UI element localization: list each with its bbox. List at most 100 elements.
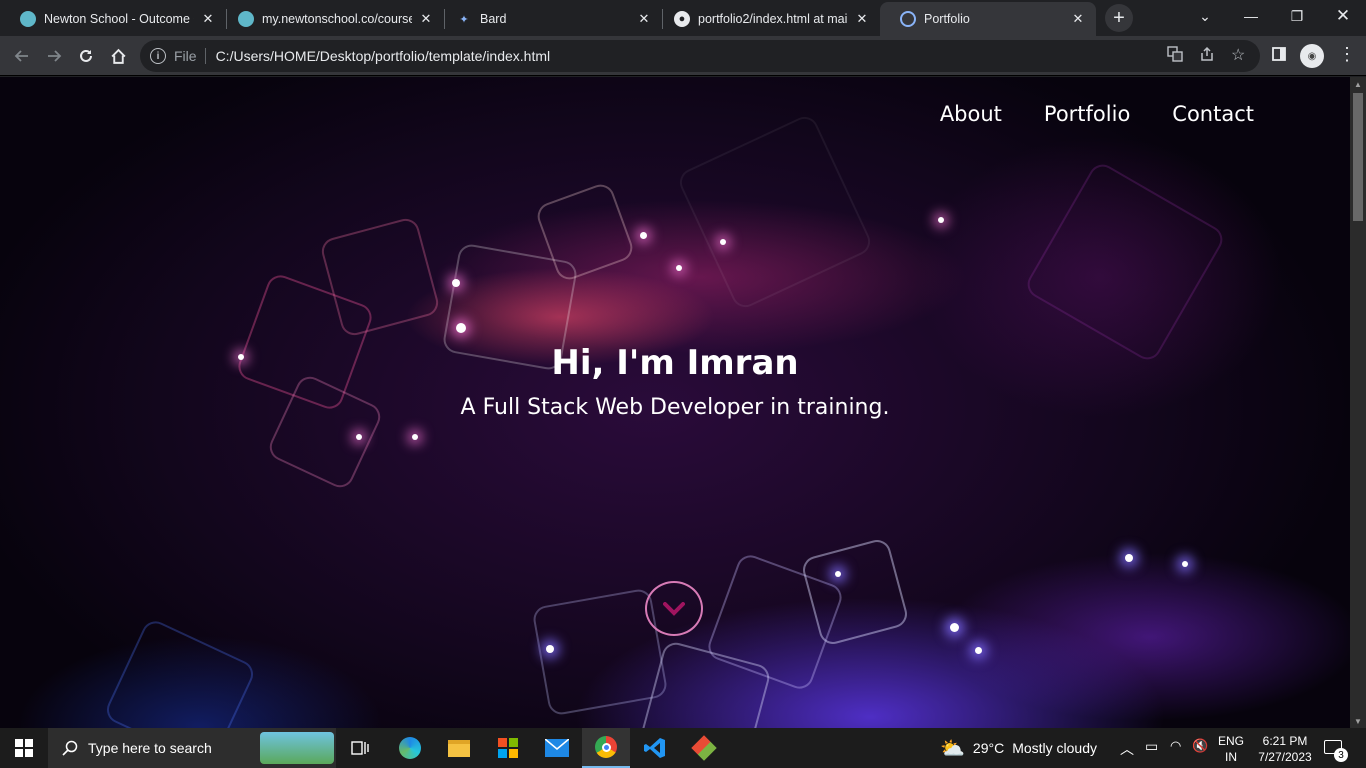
portfolio-hero: About Portfolio Contact Hi, I'm Imran A … [0, 77, 1350, 728]
home-button[interactable] [103, 41, 133, 71]
new-tab-button[interactable]: + [1105, 4, 1133, 32]
windows-taskbar: Type here to search ⛅ 29°C Mostly cloudy… [0, 728, 1366, 768]
clock[interactable]: 6:21 PM 7/27/2023 [1250, 733, 1320, 765]
sparkle [950, 623, 959, 632]
partly-cloudy-icon: ⛅ [940, 737, 965, 760]
clock-date: 7/27/2023 [1258, 750, 1312, 764]
arrow-left-icon [14, 50, 28, 62]
browser-tab-strip: Newton School - Outcome O ✕ my.newtonsch… [0, 0, 1366, 36]
background-shape [102, 616, 258, 728]
wifi-icon[interactable]: ◠ [1170, 738, 1181, 754]
chrome-taskbar-icon[interactable] [582, 728, 630, 768]
tab-portfolio[interactable]: Portfolio ✕ [880, 2, 1096, 36]
sparkle [938, 217, 944, 223]
scrollbar-thumb[interactable] [1353, 93, 1363, 221]
weather-widget[interactable]: ⛅ 29°C Mostly cloudy [940, 728, 1097, 768]
nav-link-about[interactable]: About [940, 102, 1002, 126]
close-icon[interactable]: ✕ [636, 11, 652, 27]
tab-title: my.newtonschool.co/course/ [262, 12, 412, 26]
start-button[interactable] [0, 728, 48, 768]
close-icon[interactable]: ✕ [1070, 11, 1086, 27]
page-scrollbar[interactable]: ▲ ▼ [1350, 77, 1366, 728]
translate-icon[interactable] [1167, 46, 1183, 65]
close-icon[interactable]: ✕ [854, 11, 870, 27]
meet-now-icon[interactable]: ▭ [1145, 738, 1158, 755]
speaker-muted-icon[interactable]: 🔇 [1192, 738, 1208, 754]
hero-subtitle: A Full Stack Web Developer in training. [460, 395, 890, 420]
minimize-button[interactable]: — [1228, 0, 1274, 32]
info-icon[interactable]: i [150, 48, 166, 64]
more-menu-icon[interactable]: ⋮ [1338, 44, 1356, 65]
language-indicator[interactable]: ENG IN [1214, 733, 1248, 765]
sparkle [546, 645, 554, 653]
address-bar[interactable]: i File C:/Users/HOME/Desktop/portfolio/t… [140, 40, 1260, 72]
tab-title: portfolio2/index.html at main [698, 12, 848, 26]
sparkle [456, 323, 466, 333]
close-icon[interactable]: ✕ [418, 11, 434, 27]
scroll-up-arrow-icon[interactable]: ▲ [1350, 77, 1366, 91]
chevron-up-icon[interactable]: ︿ [1120, 739, 1134, 759]
scroll-down-button[interactable] [645, 581, 703, 636]
bard-sparkle-icon: ✦ [459, 13, 469, 26]
forward-button[interactable] [39, 41, 69, 71]
edge-browser-icon[interactable] [386, 728, 434, 768]
scroll-down-arrow-icon[interactable]: ▼ [1350, 714, 1366, 728]
chevron-down-icon [663, 601, 685, 616]
sparkle [412, 434, 418, 440]
nav-link-portfolio[interactable]: Portfolio [1044, 102, 1130, 126]
home-icon [110, 48, 126, 64]
tab-bard[interactable]: ✦ Bard ✕ [436, 2, 662, 36]
mail-icon[interactable] [533, 728, 581, 768]
tab-title: Portfolio [924, 12, 970, 26]
tab-title: Newton School - Outcome O [44, 12, 194, 26]
nav-link-contact[interactable]: Contact [1172, 102, 1254, 126]
reload-icon [80, 49, 92, 62]
github-icon: ● [674, 11, 690, 27]
url-scheme: File [174, 48, 197, 64]
weather-description: Mostly cloudy [1012, 740, 1097, 756]
tab-search-icon[interactable]: ⌄ [1182, 0, 1228, 32]
close-icon[interactable]: ✕ [200, 11, 216, 27]
search-placeholder: Type here to search [88, 740, 212, 756]
windows-logo-icon [15, 739, 33, 757]
sparkle [1182, 561, 1188, 567]
omnibox-divider [204, 48, 206, 64]
search-highlight-image [260, 732, 334, 764]
git-tool-icon[interactable] [680, 728, 728, 768]
side-panel-icon[interactable] [1271, 46, 1287, 65]
browser-toolbar: i File C:/Users/HOME/Desktop/portfolio/t… [0, 36, 1366, 76]
taskbar-search-box[interactable]: Type here to search [48, 728, 336, 768]
search-icon [62, 740, 78, 756]
hero-title: Hi, I'm Imran [551, 343, 799, 383]
sparkle [720, 239, 726, 245]
tab-newton-course[interactable]: my.newtonschool.co/course/ ✕ [218, 2, 444, 36]
tab-newton-outcome[interactable]: Newton School - Outcome O ✕ [0, 2, 226, 36]
notification-count-badge: 3 [1334, 748, 1348, 762]
background-shape [675, 112, 875, 312]
file-explorer-icon[interactable] [435, 728, 483, 768]
sparkle [975, 647, 982, 654]
clock-time: 6:21 PM [1262, 734, 1308, 748]
tab-title: Bard [480, 12, 507, 26]
share-icon[interactable] [1199, 46, 1215, 65]
reload-button[interactable] [71, 41, 101, 71]
back-button[interactable] [7, 41, 37, 71]
url-text[interactable]: C:/Users/HOME/Desktop/portfolio/template… [216, 48, 1260, 64]
language-code: ENG [1217, 734, 1244, 748]
sparkle [835, 571, 841, 577]
globe-icon [900, 11, 916, 27]
microsoft-store-icon[interactable] [484, 728, 532, 768]
tab-github-portfolio2[interactable]: ● portfolio2/index.html at main ✕ [654, 2, 880, 36]
sparkle [1125, 554, 1133, 562]
arrow-right-icon [48, 50, 62, 62]
window-close-button[interactable]: ✕ [1320, 0, 1366, 32]
background-shape [1022, 159, 1228, 365]
vscode-icon[interactable] [631, 728, 679, 768]
bookmark-star-icon[interactable]: ☆ [1231, 45, 1245, 65]
profile-avatar[interactable]: ◉ [1300, 44, 1324, 68]
sparkle [676, 265, 682, 271]
restore-button[interactable]: ❐ [1274, 0, 1320, 32]
newton-school-icon [238, 11, 254, 27]
task-view-icon[interactable] [336, 728, 384, 768]
sparkle [640, 232, 647, 239]
